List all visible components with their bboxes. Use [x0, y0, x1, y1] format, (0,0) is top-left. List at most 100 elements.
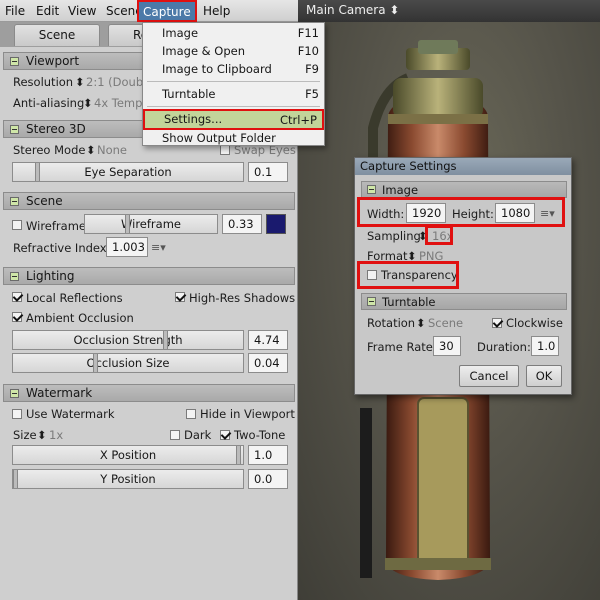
y-position-input[interactable]: 0.0	[248, 469, 288, 489]
menu-item-turntable[interactable]: Turntable F5	[143, 85, 324, 103]
slider-thumb[interactable]	[125, 215, 130, 233]
refractive-index-label: Refractive Index:	[13, 241, 111, 255]
menu-item-shortcut: Ctrl+P	[279, 113, 317, 127]
slider-label: Eye Separation	[84, 165, 172, 179]
menu-item-image-clipboard[interactable]: Image to Clipboard F9	[143, 60, 324, 78]
antialiasing-label: Anti-aliasing	[13, 96, 85, 110]
x-position-input[interactable]: 1.0	[248, 445, 288, 465]
duration-label: Duration:	[477, 340, 531, 354]
section-title: Viewport	[26, 54, 80, 68]
menu-item-label: Image	[162, 26, 199, 40]
slider-label: X Position	[99, 448, 157, 462]
menu-item-show-output-folder[interactable]: Show Output Folder	[143, 129, 324, 147]
menu-item-label: Show Output Folder	[162, 131, 276, 145]
frame-rate-input[interactable]: 30	[433, 336, 461, 356]
slider-thumb[interactable]	[163, 331, 168, 349]
highres-shadows-checkbox[interactable]	[175, 292, 185, 302]
menu-separator	[147, 106, 320, 107]
resolution-label: Resolution	[13, 75, 74, 89]
occlusion-strength-slider[interactable]: Occlusion Strength	[12, 330, 244, 350]
tab-scene[interactable]: Scene	[14, 24, 100, 46]
updown-icon: ⬍	[83, 96, 93, 110]
menu-item-image-open[interactable]: Image & Open F10	[143, 42, 324, 60]
capture-menu: Image F11 Image & Open F10 Image to Clip…	[142, 22, 325, 146]
collapse-icon	[10, 272, 19, 281]
occlusion-size-input[interactable]: 0.04	[248, 353, 288, 373]
duration-input[interactable]: 1.0	[531, 336, 559, 356]
menu-item-settings[interactable]: Settings... Ctrl+P	[143, 109, 324, 130]
occlusion-strength-input[interactable]: 4.74	[248, 330, 288, 350]
size-select[interactable]: 1x	[49, 428, 63, 442]
use-watermark-checkbox[interactable]	[12, 409, 22, 419]
slider-thumb[interactable]	[35, 163, 40, 181]
collapse-icon	[10, 197, 19, 206]
wireframe-input[interactable]: 0.33	[222, 214, 262, 234]
highlight-box	[425, 225, 453, 245]
section-lighting[interactable]: Lighting	[3, 267, 295, 285]
menu-view[interactable]: View	[68, 4, 96, 18]
frame-rate-label: Frame Rate:	[367, 340, 437, 354]
menu-item-label: Turntable	[162, 87, 216, 101]
section-turntable[interactable]: Turntable	[361, 293, 567, 310]
ok-button[interactable]: OK	[526, 365, 562, 387]
menu-item-image[interactable]: Image F11	[143, 24, 324, 42]
wireframe-color-swatch[interactable]	[266, 214, 286, 234]
menu-help[interactable]: Help	[203, 4, 230, 18]
hide-in-viewport-checkbox[interactable]	[186, 409, 196, 419]
section-title: Watermark	[26, 386, 93, 400]
highlight-box	[357, 197, 565, 227]
wireframe-slider[interactable]: Wireframe	[84, 214, 218, 234]
hide-in-viewport-label: Hide in Viewport	[200, 407, 295, 421]
menu-capture[interactable]: Capture	[137, 0, 197, 22]
stereo-mode-select[interactable]: None	[97, 143, 127, 157]
highlight-box	[357, 261, 459, 289]
section-image[interactable]: Image	[361, 181, 567, 198]
section-title: Scene	[26, 194, 63, 208]
eye-separation-input[interactable]: 0.1	[248, 162, 288, 182]
updown-icon: ⬍	[75, 75, 85, 89]
collapse-icon	[10, 389, 19, 398]
dark-checkbox[interactable]	[170, 430, 180, 440]
clockwise-label: Clockwise	[506, 316, 563, 330]
local-reflections-label: Local Reflections	[26, 291, 123, 305]
slider-label: Y Position	[100, 472, 156, 486]
slider-thumb[interactable]	[13, 470, 18, 488]
sampling-label: Sampling	[367, 229, 421, 243]
highres-shadows-label: High-Res Shadows	[189, 291, 296, 305]
collapse-icon	[10, 125, 19, 134]
clockwise-checkbox[interactable]	[492, 318, 502, 328]
menu-icon[interactable]: ≡▾	[151, 241, 166, 254]
section-title: Stereo 3D	[26, 122, 86, 136]
section-watermark[interactable]: Watermark	[3, 384, 295, 402]
two-tone-checkbox[interactable]	[220, 430, 230, 440]
section-scene[interactable]: Scene	[3, 192, 295, 210]
menu-edit[interactable]: Edit	[36, 4, 59, 18]
updown-icon: ⬍	[37, 428, 47, 442]
capture-settings-dialog: Capture Settings Image Width: 1920 Heigh…	[354, 157, 572, 395]
local-reflections-checkbox[interactable]	[12, 292, 22, 302]
y-position-slider[interactable]: Y Position	[12, 469, 244, 489]
dialog-title[interactable]: Capture Settings	[355, 158, 571, 175]
menubar: File Edit View Scene Capture Help	[0, 0, 298, 22]
occlusion-size-slider[interactable]: Occlusion Size	[12, 353, 244, 373]
menu-file[interactable]: File	[5, 4, 25, 18]
slider-label: Occlusion Size	[86, 356, 170, 370]
menu-item-shortcut: F11	[297, 26, 319, 40]
eye-separation-slider[interactable]: Eye Separation	[12, 162, 244, 182]
camera-label: Main Camera	[306, 3, 386, 17]
menu-item-shortcut: F9	[305, 62, 319, 76]
collapse-icon	[10, 57, 19, 66]
antialiasing-select[interactable]: 4x Temp	[94, 96, 142, 110]
slider-thumb[interactable]	[93, 354, 98, 372]
x-position-slider[interactable]: X Position	[12, 445, 244, 465]
refractive-index-input[interactable]: 1.003	[106, 237, 148, 257]
wireframe-checkbox[interactable]	[12, 220, 22, 230]
cancel-button[interactable]: Cancel	[459, 365, 519, 387]
ambient-occlusion-checkbox[interactable]	[12, 312, 22, 322]
slider-thumb[interactable]	[236, 446, 241, 464]
two-tone-label: Two-Tone	[234, 428, 286, 442]
dark-label: Dark	[184, 428, 212, 442]
rotation-select[interactable]: Scene	[428, 316, 463, 330]
size-label: Size	[13, 428, 37, 442]
updown-icon: ⬍	[86, 143, 96, 157]
